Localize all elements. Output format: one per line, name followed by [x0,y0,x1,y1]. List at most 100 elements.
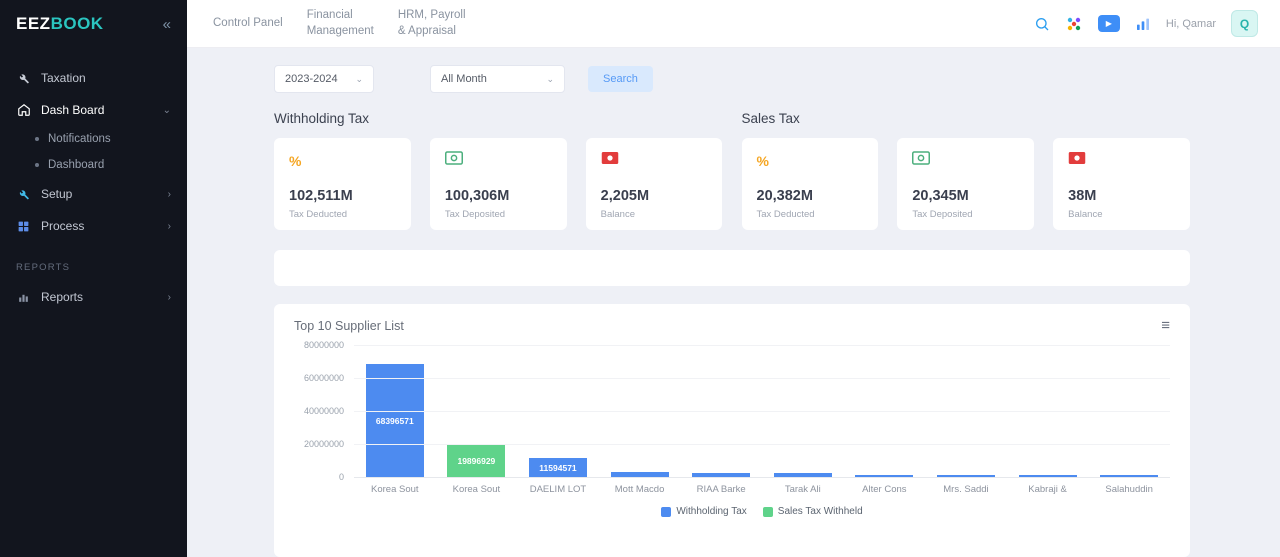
sidebar-item-label: Setup [41,187,158,201]
x-axis-label: Kabraji & [1007,484,1089,495]
legend-swatch [763,507,773,517]
nav-financial-management[interactable]: Financial Management [307,8,374,39]
top-header: Control Panel Financial Management HRM, … [187,0,1280,48]
sidebar-item-process[interactable]: Process › [0,210,187,242]
card-sales-balance: 38M Balance [1053,138,1190,230]
percent-icon: % [289,153,301,169]
chart-xlabels: Korea SoutKorea SoutDAELIM LOTMott Macdo… [354,484,1170,495]
taxation-icon [16,72,31,85]
x-axis-label: DAELIM LOT [517,484,599,495]
bullet-icon [35,163,39,167]
apps-icon[interactable] [1065,15,1083,33]
setup-icon [16,188,31,201]
month-select[interactable]: All Month ⌄ [430,65,565,93]
bullet-icon [35,137,39,141]
bar-value-label: 19896929 [447,456,505,466]
sidebar-item-dashboard[interactable]: Dashboard [0,152,187,178]
withholding-tax-section: Withholding Tax % 102,511M Tax Deducted … [274,111,723,230]
bar-value-label: 68396571 [366,416,424,426]
sidebar-item-label: Taxation [41,71,171,85]
collapsed-panel[interactable] [274,250,1190,286]
chart: 683965711989692911594571 800000006000000… [294,345,1170,517]
legend-item-sales[interactable]: Sales Tax Withheld [763,506,863,517]
chevron-right-icon: › [168,189,171,200]
stats-icon[interactable] [1135,16,1151,32]
banknote-icon [445,151,463,170]
search-button[interactable]: Search [588,66,653,92]
sidebar-subitem-label: Notifications [48,133,111,145]
card-value: 38M [1068,188,1175,204]
sidebar-collapse-icon[interactable]: « [163,16,171,33]
gridline [354,444,1170,445]
chart-menu-icon[interactable]: ≡ [1161,318,1170,333]
avatar[interactable]: Q [1231,10,1258,37]
x-axis-label: Tarak Ali [762,484,844,495]
card-value: 20,382M [757,188,864,204]
tax-sections: Withholding Tax % 102,511M Tax Deducted … [274,111,1190,230]
y-axis-tick: 40000000 [294,406,344,416]
sidebar-item-setup[interactable]: Setup › [0,178,187,210]
sidebar-item-dashboard-group[interactable]: Dash Board ⌄ [0,94,187,126]
y-axis-tick: 0 [294,472,344,482]
sales-tax-section: Sales Tax % 20,382M Tax Deducted 20,345M [742,111,1191,230]
sidebar-item-taxation[interactable]: Taxation [0,62,187,94]
balance-icon [601,151,619,170]
x-axis-label: Korea Sout [354,484,436,495]
y-axis-tick: 60000000 [294,373,344,383]
x-axis-label: Salahuddin [1088,484,1170,495]
sidebar-item-notifications[interactable]: Notifications [0,126,187,152]
chevron-down-icon: ⌄ [546,74,554,85]
gridline [354,477,1170,478]
sidebar-nav: Taxation Dash Board ⌄ Notifications Dash… [0,48,187,313]
app-root: EEZBOOK « Taxation Dash Board ⌄ Notifica… [0,0,1280,557]
supplier-chart-panel: Top 10 Supplier List ≡ 68396571 19896929 1… [274,304,1190,557]
section-title: Withholding Tax [274,111,723,126]
card-label: Tax Deposited [912,209,1019,220]
withholding-cards: % 102,511M Tax Deducted 100,306M Tax Dep… [274,138,723,230]
nav-label: HRM, Payroll [398,8,466,24]
header-nav: Control Panel Financial Management HRM, … [213,8,466,39]
year-select[interactable]: 2023-2024 ⌄ [274,65,374,93]
nav-control-panel[interactable]: Control Panel [213,16,283,32]
legend-item-withholding[interactable]: Withholding Tax [661,506,746,517]
card-label: Tax Deducted [757,209,864,220]
logo-part-1: EEZ [16,14,51,33]
balance-icon [1068,151,1086,170]
y-axis-tick: 20000000 [294,439,344,449]
card-withholding-deducted: % 102,511M Tax Deducted [274,138,411,230]
user-greeting: Hi, Qamar [1166,18,1216,30]
gridline [354,345,1170,346]
sidebar-subitem-label: Dashboard [48,159,104,171]
x-axis-label: Korea Sout [436,484,518,495]
year-select-value: 2023-2024 [285,73,338,85]
card-value: 102,511M [289,188,396,204]
sidebar: EEZBOOK « Taxation Dash Board ⌄ Notifica… [0,0,187,557]
card-label: Tax Deposited [445,209,552,220]
card-value: 100,306M [445,188,552,204]
nav-label: & Appraisal [398,24,466,40]
sidebar-item-label: Process [41,219,158,233]
sidebar-item-reports[interactable]: Reports › [0,281,187,313]
card-withholding-balance: 2,205M Balance [586,138,723,230]
play-button-icon[interactable]: ▶ [1098,15,1120,32]
app-logo: EEZBOOK [16,14,104,34]
banknote-icon [912,151,930,170]
card-withholding-deposited: 100,306M Tax Deposited [430,138,567,230]
header-right: ▶ Hi, Qamar Q [1034,10,1258,37]
legend-swatch [661,507,671,517]
sidebar-item-label: Dash Board [41,103,153,117]
chart-bar[interactable]: 68396571 [366,364,424,477]
search-icon[interactable] [1034,16,1050,32]
sidebar-section-reports: REPORTS [0,242,187,281]
chart-title: Top 10 Supplier List [294,319,404,333]
main-content: 2023-2024 ⌄ All Month ⌄ Search Withholdi… [187,48,1280,557]
card-label: Balance [601,209,708,220]
chart-bar[interactable]: 19896929 [447,444,505,477]
chevron-right-icon: › [168,292,171,303]
chart-bar[interactable]: 11594571 [529,458,587,477]
chevron-down-icon: ⌄ [355,74,363,85]
nav-hrm-payroll[interactable]: HRM, Payroll & Appraisal [398,8,466,39]
logo-part-2: BOOK [51,14,104,33]
bar-value-label: 11594571 [529,463,587,473]
main-column: Control Panel Financial Management HRM, … [187,0,1280,557]
